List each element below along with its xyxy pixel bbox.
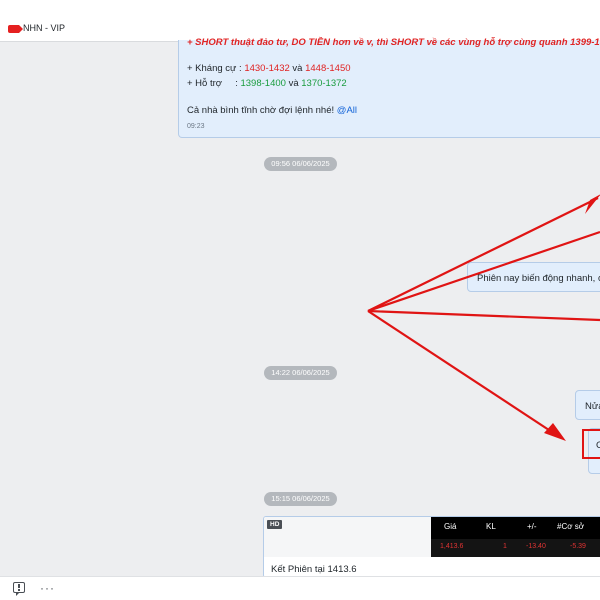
reply-icon[interactable] — [13, 582, 25, 593]
annotation-arrows — [367, 194, 600, 441]
arrow-to-highlight — [367, 310, 556, 435]
arrow-to-message-3 — [367, 309, 600, 322]
arrow-to-message-2 — [367, 230, 600, 313]
arrow-to-message-top — [367, 197, 599, 312]
reply-icon-tail — [16, 593, 19, 596]
bottom-toolbar: ··· — [0, 576, 600, 600]
arrowhead — [544, 423, 566, 441]
more-options-icon[interactable]: ··· — [40, 581, 55, 595]
